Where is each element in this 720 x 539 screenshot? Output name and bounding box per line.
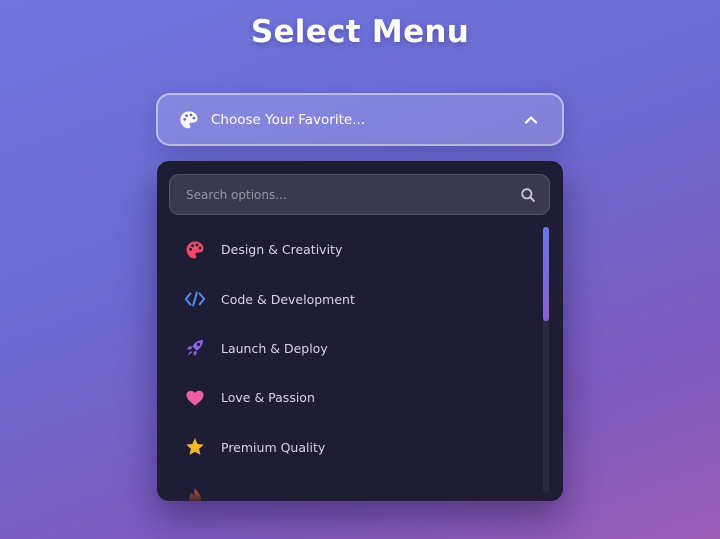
page-title: Select Menu	[250, 14, 470, 50]
search-input[interactable]	[186, 187, 519, 202]
list-fade	[157, 483, 541, 501]
scrollbar[interactable]	[543, 227, 549, 493]
palette-icon	[178, 109, 200, 131]
option-label: Code & Development	[221, 291, 355, 307]
option-premium-quality[interactable]: Premium Quality	[157, 423, 541, 472]
search-icon[interactable]	[519, 186, 537, 204]
search-box[interactable]	[169, 174, 550, 215]
option-code-development[interactable]: Code & Development	[157, 274, 541, 323]
option-label: Launch & Deploy	[221, 340, 328, 356]
code-icon	[184, 288, 206, 310]
heart-icon	[184, 387, 206, 409]
option-label: Premium Quality	[221, 439, 326, 455]
select-label: Choose Your Favorite...	[211, 111, 366, 128]
select-trigger[interactable]: Choose Your Favorite...	[156, 93, 564, 146]
option-launch-deploy[interactable]: Launch & Deploy	[157, 324, 541, 373]
scrollbar-thumb[interactable]	[543, 227, 549, 321]
option-label: Design & Creativity	[221, 242, 343, 258]
dropdown-panel: Design & Creativity Code & Development	[157, 161, 563, 501]
options-list: Design & Creativity Code & Development L…	[157, 225, 541, 501]
palette-icon	[184, 239, 206, 261]
option-love-passion[interactable]: Love & Passion	[157, 373, 541, 422]
option-label: Love & Passion	[221, 390, 315, 406]
chevron-up-icon[interactable]	[522, 111, 540, 129]
option-design-creativity[interactable]: Design & Creativity	[157, 225, 541, 274]
star-icon	[184, 436, 206, 458]
rocket-icon	[184, 337, 206, 359]
